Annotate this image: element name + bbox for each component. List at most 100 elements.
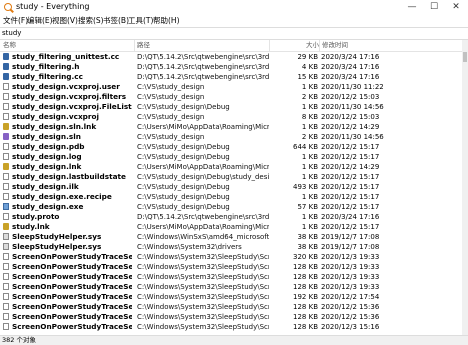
- menu-bar: 文件(F) 编辑(E) 视图(V) 搜索(S) 书签(B) 工具(T) 帮助(H…: [0, 14, 468, 27]
- lnk-file-icon: [3, 123, 9, 130]
- file-icon: [3, 173, 9, 180]
- menu-edit[interactable]: 编辑(E): [27, 15, 53, 26]
- table-row[interactable]: study_design.pdb C:\VS\study_design\Debug…: [0, 142, 462, 152]
- file-name: SleepStudyHelper.sys: [12, 242, 102, 251]
- table-row[interactable]: study_filtering.cc D:\QT\5.14.2\Src\qtweb…: [0, 72, 462, 82]
- table-row[interactable]: ScreenOnPowerStudyTraceSession-20... C:\W…: [0, 282, 462, 292]
- file-path: D:\QT\5.14.2\Src\qtwebengine\src\3rdpar.…: [137, 213, 269, 221]
- table-row[interactable]: study_design.exe.recipe C:\VS\study_desig…: [0, 192, 462, 202]
- table-row[interactable]: study_filtering_unittest.cc D:\QT\5.14.2\…: [0, 52, 462, 62]
- column-name-header[interactable]: 名称: [3, 41, 16, 50]
- column-path-header[interactable]: 路径: [137, 41, 150, 50]
- table-row[interactable]: ScreenOnPowerStudyTraceSession-20... C:\W…: [0, 312, 462, 322]
- column-size-header[interactable]: 大小: [306, 41, 319, 50]
- file-path: C:\Users\MiMo\AppData\Roaming\Micr...: [137, 163, 269, 171]
- file-path: C:\VS\study_design\Debug: [137, 183, 230, 191]
- table-row[interactable]: SleepStudyHelper.sys C:\Windows\System32\…: [0, 242, 462, 252]
- table-row[interactable]: SleepStudyHelper.sys C:\Windows\WinSxS\am…: [0, 232, 462, 242]
- table-row[interactable]: study_design.sln.lnk C:\Users\MiMo\AppDat…: [0, 122, 462, 132]
- menu-tools[interactable]: 工具(T): [128, 15, 153, 26]
- table-row[interactable]: ScreenOnPowerStudyTraceSession-20... C:\W…: [0, 302, 462, 312]
- file-path: C:\Windows\System32\SleepStudy\Scree...: [137, 263, 269, 271]
- table-row[interactable]: study_design.exe C:\VS\study_design\Debug…: [0, 202, 462, 212]
- file-modified: 2020/12/3 19:33: [321, 263, 380, 271]
- file-modified: 2020/12/3 19:33: [321, 273, 380, 281]
- cpp-file-icon: [3, 73, 9, 80]
- column-date-header[interactable]: 修改时间: [322, 41, 348, 50]
- file-name: study_filtering_unittest.cc: [12, 52, 120, 61]
- table-row[interactable]: study_design.vcxproj.user C:\VS\study_des…: [0, 82, 462, 92]
- file-size: 192 KB: [293, 293, 318, 301]
- table-row[interactable]: ScreenOnPowerStudyTraceSession-20... C:\W…: [0, 272, 462, 282]
- minimize-button[interactable]: —: [402, 0, 422, 14]
- file-size: 1 KB: [301, 83, 318, 91]
- table-row[interactable]: study_design.lnk C:\Users\MiMo\AppData\Ro…: [0, 162, 462, 172]
- file-path: C:\VS\study_design: [137, 83, 205, 91]
- file-size: 2 KB: [301, 93, 318, 101]
- close-button[interactable]: ✕: [446, 0, 466, 14]
- column-divider[interactable]: [269, 40, 270, 51]
- vertical-scrollbar[interactable]: [462, 40, 468, 335]
- file-path: C:\VS\study_design\Debug: [137, 193, 230, 201]
- table-row[interactable]: study_filtering.h D:\QT\5.14.2\Src\qtwebe…: [0, 62, 462, 72]
- search-input[interactable]: [2, 28, 462, 39]
- menu-search[interactable]: 搜索(S): [78, 15, 104, 26]
- file-icon: [3, 263, 9, 270]
- file-size: 1 KB: [301, 213, 318, 221]
- file-size: 128 KB: [293, 263, 318, 271]
- file-icon: [3, 193, 9, 200]
- file-size: 128 KB: [293, 313, 318, 321]
- menu-help[interactable]: 帮助(H): [153, 15, 180, 26]
- menu-view[interactable]: 视图(V): [52, 15, 78, 26]
- file-size: 29 KB: [297, 53, 318, 61]
- file-name: ScreenOnPowerStudyTraceSession-20...: [12, 262, 132, 271]
- table-row[interactable]: study_design.ilk C:\VS\study_design\Debug…: [0, 182, 462, 192]
- file-path: C:\VS\study_design\Debug: [137, 143, 230, 151]
- file-modified: 2020/11/30 11:22: [321, 83, 384, 91]
- table-row[interactable]: study_design.sln C:\VS\study_design 2 KB 20…: [0, 132, 462, 142]
- file-modified: 2020/12/3 19:33: [321, 253, 380, 261]
- file-modified: 2020/12/2 15:17: [321, 153, 380, 161]
- table-row[interactable]: study_design.vcxproj.filters C:\VS\study_…: [0, 92, 462, 102]
- file-path: C:\Users\MiMo\AppData\Roaming\Micr...: [137, 123, 269, 131]
- scrollbar-thumb[interactable]: [463, 52, 467, 62]
- file-size: 128 KB: [293, 303, 318, 311]
- file-size: 15 KB: [297, 73, 318, 81]
- title-bar[interactable]: study - Everything — ☐ ✕: [0, 0, 468, 14]
- table-row[interactable]: study_design.lastbuildstate C:\VS\study_d…: [0, 172, 462, 182]
- file-modified: 2020/12/2 14:29: [321, 163, 380, 171]
- file-path: C:\Windows\System32\SleepStudy\Scree...: [137, 293, 269, 301]
- file-path: C:\Windows\System32\SleepStudy\Scree...: [137, 323, 269, 331]
- file-modified: 2020/11/30 14:56: [321, 103, 384, 111]
- file-size: 493 KB: [293, 183, 318, 191]
- file-name: study_filtering.h: [12, 62, 80, 71]
- column-divider[interactable]: [134, 40, 135, 51]
- file-modified: 2020/12/2 15:17: [321, 223, 380, 231]
- maximize-button[interactable]: ☐: [424, 0, 444, 14]
- table-row[interactable]: ScreenOnPowerStudyTraceSession-20... C:\W…: [0, 322, 462, 332]
- menu-file[interactable]: 文件(F): [3, 15, 28, 26]
- file-path: D:\QT\5.14.2\Src\qtwebengine\src\3rdpar.…: [137, 53, 269, 61]
- file-icon: [3, 303, 9, 310]
- file-path: C:\VS\study_design\Debug: [137, 203, 230, 211]
- lnk-file-icon: [3, 223, 9, 230]
- column-divider[interactable]: [319, 40, 320, 51]
- file-name: ScreenOnPowerStudyTraceSession-20...: [12, 312, 132, 321]
- table-row[interactable]: study.proto D:\QT\5.14.2\Src\qtwebengine\…: [0, 212, 462, 222]
- file-name: study_design.vcxproj.filters: [12, 92, 127, 101]
- file-name: study.proto: [12, 212, 60, 221]
- table-row[interactable]: study_design.log C:\VS\study_design\Debug…: [0, 152, 462, 162]
- table-row[interactable]: study_design.vcxproj.FileListAbsolute.t.…: [0, 102, 462, 112]
- table-row[interactable]: ScreenOnPowerStudyTraceSession-20... C:\W…: [0, 292, 462, 302]
- table-row[interactable]: study_design.vcxproj C:\VS\study_design 8 …: [0, 112, 462, 122]
- file-modified: 2019/12/7 17:08: [321, 233, 380, 241]
- table-row[interactable]: ScreenOnPowerStudyTraceSession-20... C:\W…: [0, 262, 462, 272]
- file-name: study_design.vcxproj.FileListAbsolute.t.…: [12, 102, 132, 111]
- everything-window: study - Everything — ☐ ✕ 文件(F) 编辑(E) 视图(…: [0, 0, 468, 345]
- file-path: C:\VS\study_design: [137, 113, 205, 121]
- table-row[interactable]: ScreenOnPowerStudyTraceSession-20... C:\W…: [0, 252, 462, 262]
- file-modified: 2020/12/2 15:17: [321, 183, 380, 191]
- menu-bookmarks[interactable]: 书签(B): [103, 15, 129, 26]
- table-row[interactable]: study.lnk C:\Users\MiMo\AppData\Roaming\M…: [0, 222, 462, 232]
- file-size: 1 KB: [301, 173, 318, 181]
